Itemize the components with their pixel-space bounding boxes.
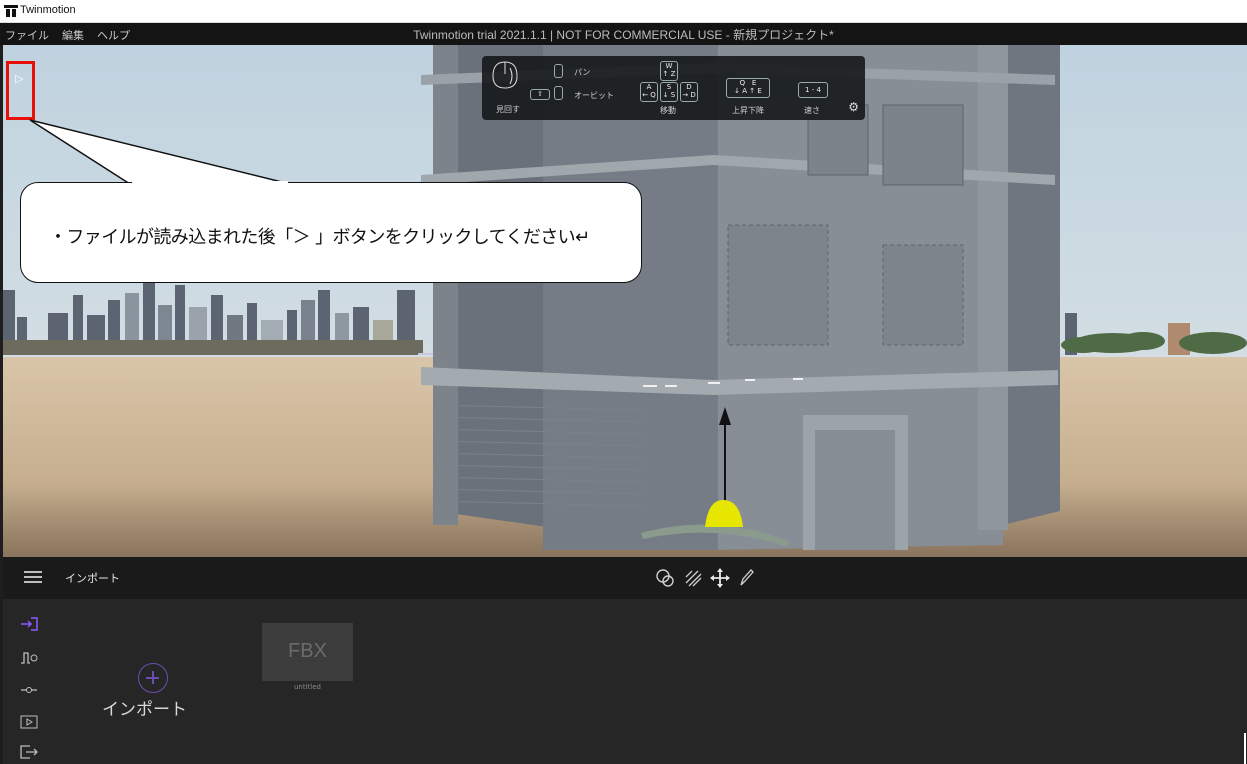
import-button-label[interactable]: インポート <box>102 695 187 720</box>
library-panel <box>3 599 1247 764</box>
graph-icon[interactable] <box>20 651 38 665</box>
bottom-toolbar: インポート <box>3 557 1247 599</box>
import-add-button[interactable] <box>138 663 168 693</box>
fbx-label: FBX <box>288 640 327 662</box>
hamburger-icon[interactable] <box>24 571 42 583</box>
pencil-icon[interactable] <box>737 567 755 589</box>
library-item-thumbnail[interactable]: FBX <box>262 623 353 681</box>
library-nav <box>3 599 53 764</box>
import-icon[interactable] <box>20 617 38 631</box>
export-icon[interactable] <box>20 745 38 759</box>
section-title: インポート <box>65 572 120 585</box>
slider-icon[interactable] <box>20 683 38 697</box>
select-icon[interactable] <box>655 568 677 590</box>
paint-icon[interactable] <box>683 568 705 590</box>
library-item-name: untitled <box>293 683 321 691</box>
media-icon[interactable] <box>20 715 38 729</box>
move-gizmo-icon[interactable] <box>709 567 731 589</box>
